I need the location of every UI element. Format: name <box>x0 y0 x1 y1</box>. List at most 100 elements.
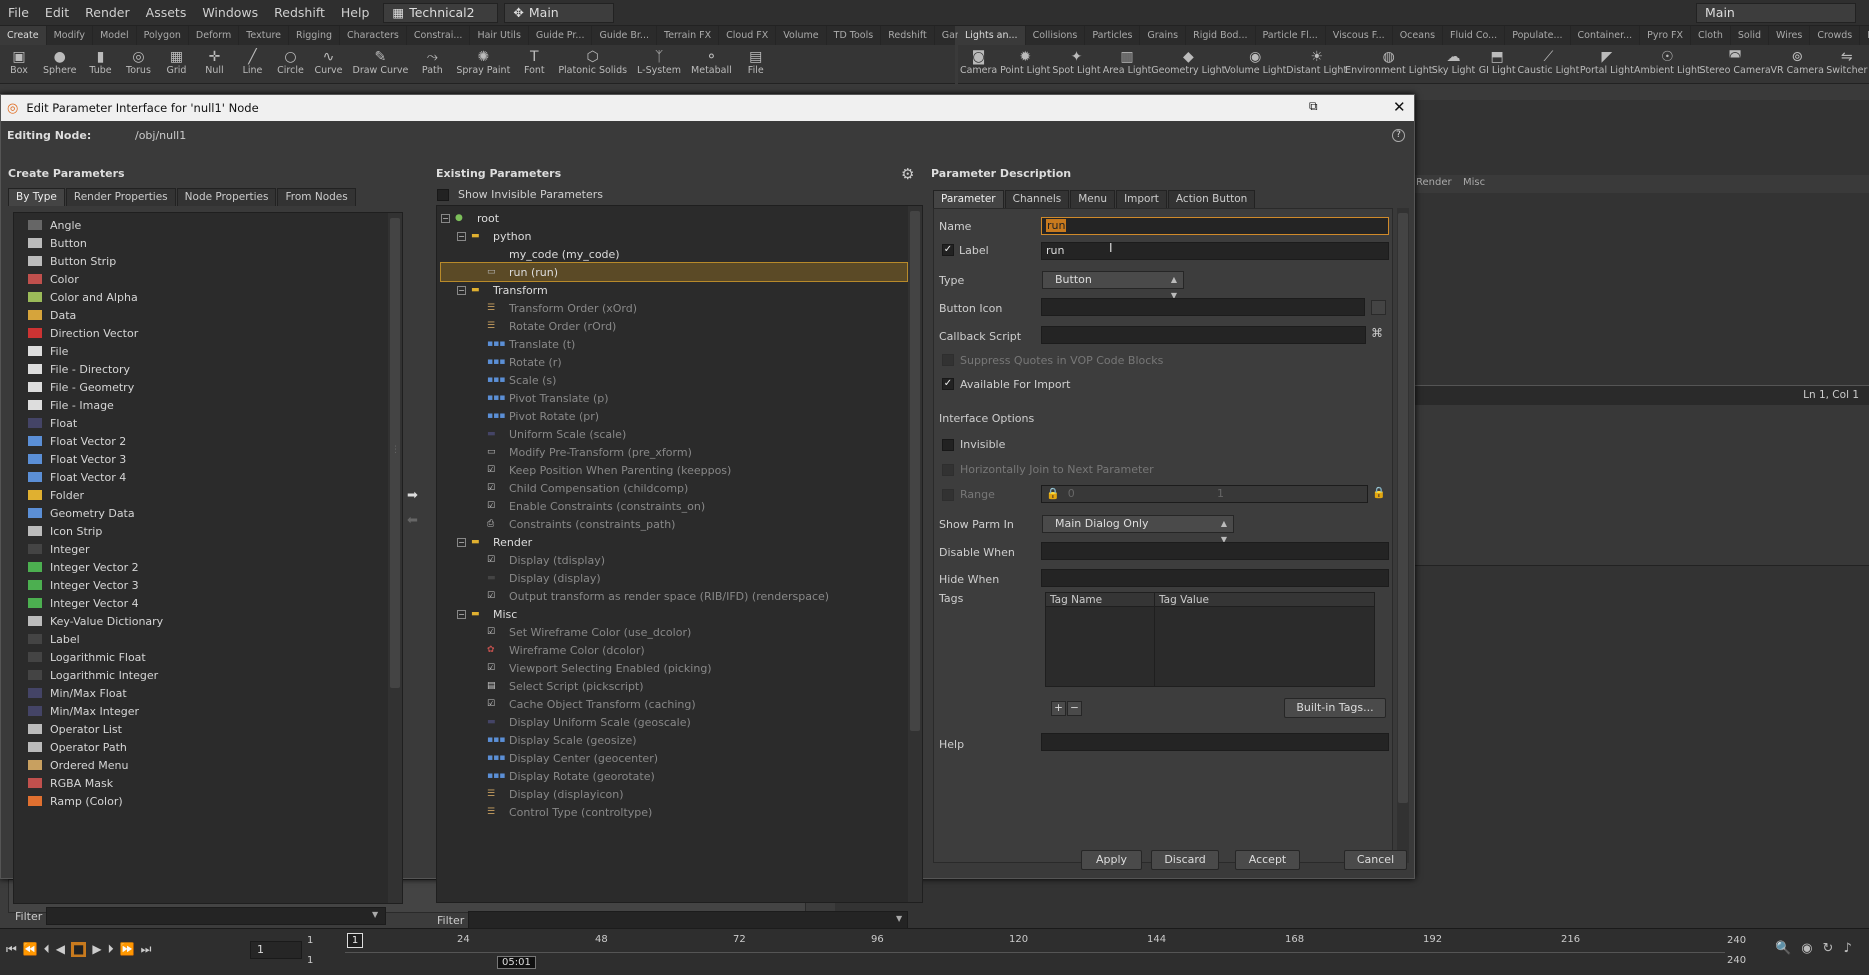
tree-row-child[interactable]: ☑ Child Compensation (childcomp) <box>441 479 907 497</box>
shelf-left-tab-0[interactable]: Create <box>0 26 47 45</box>
desktop-selector[interactable]: ▦ Technical2 <box>383 2 499 23</box>
create-item[interactable]: Label <box>28 630 383 648</box>
shelf-left-tool-null[interactable]: ✛ Null <box>195 48 233 76</box>
shelf-left-tab-16[interactable]: Redshift <box>881 26 935 45</box>
tree-row-display[interactable]: ▬ Display Uniform Scale (geoscale) <box>441 713 907 731</box>
tree-row-python[interactable]: − ▬ python <box>441 227 907 245</box>
remove-param-arrow-icon[interactable]: ⬅ <box>407 513 418 528</box>
shelf-right-tool-caustic-light[interactable]: ⟋ Caustic Light <box>1518 48 1580 76</box>
tree-row-scale[interactable]: ▪▪▪ Scale (s) <box>441 371 907 389</box>
shelf-right-tool-sky-light[interactable]: ☁ Sky Light <box>1430 48 1476 76</box>
create-item[interactable]: Ramp (Color) <box>28 792 383 810</box>
tree-row-display[interactable]: ▬ Display (display) <box>441 569 907 587</box>
tree-row-translate[interactable]: ▪▪▪ Translate (t) <box>441 335 907 353</box>
gear-icon[interactable]: ⚙ <box>901 165 914 183</box>
button-icon-chooser-icon[interactable] <box>1371 300 1386 315</box>
create-item[interactable]: Float Vector 4 <box>28 468 383 486</box>
tree-row-display[interactable]: ☑ Display (tdisplay) <box>441 551 907 569</box>
shelf-left-tool-box[interactable]: ▣ Box <box>0 48 38 76</box>
shelf-left-tool-draw-curve[interactable]: ✎ Draw Curve <box>348 48 414 76</box>
description-scroll-thumb[interactable] <box>1398 213 1408 803</box>
script-language-icon[interactable]: ⌘ <box>1371 326 1383 340</box>
shelf-left-tab-6[interactable]: Rigging <box>289 26 341 45</box>
tree-row-transform[interactable]: ☰ Transform Order (xOrd) <box>441 299 907 317</box>
tree-row-select[interactable]: ▤ Select Script (pickscript) <box>441 677 907 695</box>
tree-row-viewport[interactable]: ☑ Viewport Selecting Enabled (picking) <box>441 659 907 677</box>
step-forward-icon[interactable]: ⏵ <box>108 942 114 957</box>
create-item[interactable]: Float <box>28 414 383 432</box>
show-parm-dropdown[interactable]: Main Dialog Only ▲ ▼ <box>1042 515 1234 544</box>
menu-redshift[interactable]: Redshift <box>266 5 333 20</box>
create-item[interactable]: Integer <box>28 540 383 558</box>
create-item[interactable]: Angle <box>28 216 383 234</box>
collapse-toggle-icon[interactable]: − <box>457 231 466 241</box>
create-item[interactable]: Min/Max Float <box>28 684 383 702</box>
tree-row-rotate[interactable]: ▪▪▪ Rotate (r) <box>441 353 907 371</box>
shelf-left-tool-torus[interactable]: ◎ Torus <box>119 48 157 76</box>
loop-icon[interactable]: ↻ <box>1823 941 1834 956</box>
create-item[interactable]: Button Strip <box>28 252 383 270</box>
shelf-left-tab-9[interactable]: Hair Utils <box>470 26 529 45</box>
create-item[interactable]: Logarithmic Float <box>28 648 383 666</box>
range-min-lock-icon[interactable]: 🔒 <box>1046 487 1060 500</box>
callback-field[interactable] <box>1041 326 1366 344</box>
available-import-checkbox[interactable]: ✓ <box>942 378 954 390</box>
create-filter-input[interactable] <box>46 907 386 925</box>
create-tab-from-nodes[interactable]: From Nodes <box>277 188 356 206</box>
play-icon[interactable]: ▶ <box>92 942 101 957</box>
step-back-key-icon[interactable]: ⏪ <box>23 942 38 957</box>
shelf-left-tab-2[interactable]: Model <box>93 26 137 45</box>
shelf-left-tool-file[interactable]: ▤ File <box>737 48 775 76</box>
step-forward-key-icon[interactable]: ⏩ <box>120 942 135 957</box>
create-item[interactable]: Min/Max Integer <box>28 702 383 720</box>
shelf-left-tool-circle[interactable]: ○ Circle <box>271 48 309 76</box>
create-item[interactable]: Color and Alpha <box>28 288 383 306</box>
shelf-left-tool-grid[interactable]: ▦ Grid <box>157 48 195 76</box>
menu-windows[interactable]: Windows <box>194 5 266 20</box>
tree-row-render[interactable]: − ▬ Render <box>441 533 907 551</box>
shelf-left-tool-line[interactable]: ╱ Line <box>233 48 271 76</box>
step-back-icon[interactable]: ⏴ <box>44 942 50 957</box>
tree-row-run[interactable]: ▭ run (run) <box>440 262 908 282</box>
disable-when-field[interactable] <box>1041 542 1389 560</box>
collapse-toggle-icon[interactable]: − <box>457 285 466 295</box>
menu-file[interactable]: File <box>0 5 37 20</box>
shelf-right-tab-0[interactable]: Lights an... <box>958 26 1026 45</box>
shelf-left-tool-curve[interactable]: ∿ Curve <box>309 48 347 76</box>
show-invisible-checkbox[interactable] <box>437 189 449 201</box>
add-param-arrow-icon[interactable]: ➡ <box>407 488 418 503</box>
shelf-left-tool-path[interactable]: ⤳ Path <box>413 48 451 76</box>
shelf-left-tab-8[interactable]: Constrai... <box>407 26 471 45</box>
button-icon-field[interactable] <box>1041 298 1365 316</box>
create-item[interactable]: Logarithmic Integer <box>28 666 383 684</box>
shelf-right-tool-spot-light[interactable]: ✦ Spot Light <box>1051 48 1101 76</box>
tree-row-display[interactable]: ☰ Display (displayicon) <box>441 785 907 803</box>
create-item[interactable]: Data <box>28 306 383 324</box>
create-item[interactable]: Integer Vector 4 <box>28 594 383 612</box>
right-desktop-selector[interactable]: Main <box>1696 2 1856 23</box>
create-item[interactable]: Icon Strip <box>28 522 383 540</box>
shelf-left-tab-5[interactable]: Texture <box>239 26 290 45</box>
create-item[interactable]: File - Geometry <box>28 378 383 396</box>
shelf-left-tab-10[interactable]: Guide Pr... <box>529 26 593 45</box>
create-item[interactable]: File - Directory <box>28 360 383 378</box>
tree-row-set[interactable]: ☑ Set Wireframe Color (use_dcolor) <box>441 623 907 641</box>
cancel-button[interactable]: Cancel <box>1344 850 1407 870</box>
menu-help[interactable]: Help <box>333 5 378 20</box>
menu-edit[interactable]: Edit <box>37 5 77 20</box>
shelf-right-tab-2[interactable]: Particles <box>1085 26 1141 45</box>
tree-row-pivot[interactable]: ▪▪▪ Pivot Rotate (pr) <box>441 407 907 425</box>
builtin-tags-button[interactable]: Built-in Tags... <box>1284 698 1386 718</box>
shelf-left-tab-4[interactable]: Deform <box>189 26 240 45</box>
shelf-right-tab-1[interactable]: Collisions <box>1026 26 1086 45</box>
tree-row-display[interactable]: ▪▪▪ Display Scale (geosize) <box>441 731 907 749</box>
discard-button[interactable]: Discard <box>1151 850 1219 870</box>
create-item[interactable]: Folder <box>28 486 383 504</box>
desc-tab-action-button[interactable]: Action Button <box>1167 190 1256 208</box>
shelf-left-tool-spray-paint[interactable]: ✺ Spray Paint <box>451 48 515 76</box>
create-tab-render-properties[interactable]: Render Properties <box>65 188 176 206</box>
desc-tab-menu[interactable]: Menu <box>1070 190 1116 208</box>
tag-value-column[interactable]: Tag Value <box>1159 594 1209 606</box>
desc-tab-import[interactable]: Import <box>1116 190 1167 208</box>
create-item[interactable]: Ordered Menu <box>28 756 383 774</box>
